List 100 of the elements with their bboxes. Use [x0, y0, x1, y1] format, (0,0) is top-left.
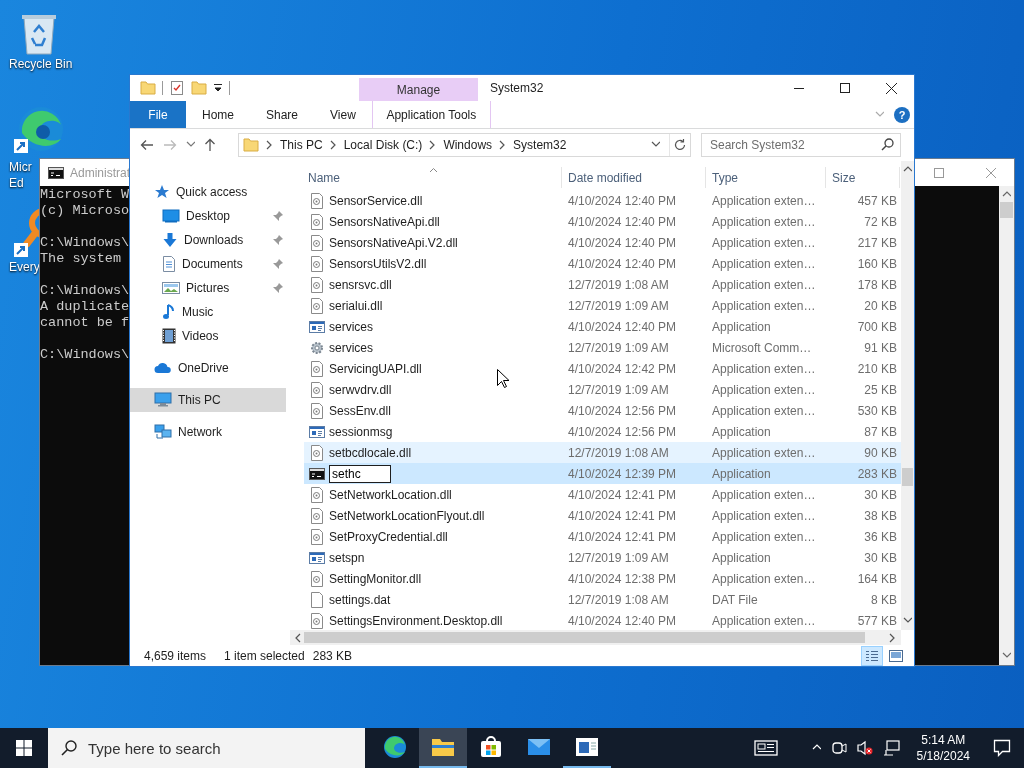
ribbon-tab[interactable]: Application Tools	[371, 101, 491, 128]
file-row[interactable]: SettingsEnvironment.Desktop.dll 4/10/2024 12:40 PM Application exten… 577 KB	[304, 610, 901, 630]
scrollbar[interactable]	[999, 186, 1014, 665]
console-line: C:\Windows\	[40, 283, 130, 299]
breadcrumb[interactable]: System32	[513, 138, 567, 152]
network-monitor-icon[interactable]	[882, 740, 901, 756]
file-row[interactable]: SettingMonitor.dll 4/10/2024 12:38 PM Application exten… 164 KB	[304, 568, 901, 589]
network-icon	[154, 424, 172, 440]
file-row[interactable]: settings.dat 12/7/2019 1:08 AM DAT File 8 KB	[304, 589, 901, 610]
file-row[interactable]: serialui.dll 12/7/2019 1:09 AM Application exten… 20 KB	[304, 295, 901, 316]
breadcrumb[interactable]: Local Disk (C:)	[343, 138, 423, 152]
file-row[interactable]: SetNetworkLocation.dll 4/10/2024 12:41 PM Application exten… 30 KB	[304, 484, 901, 505]
file-type: Application exten…	[711, 298, 817, 313]
file-size: 91 KB	[863, 340, 898, 355]
scrollbar-thumb[interactable]	[1000, 202, 1013, 218]
navigation-item[interactable]: Documents	[130, 252, 286, 276]
file-row[interactable]: SensorsUtilsV2.dll 4/10/2024 12:40 PM Application exten… 160 KB	[304, 253, 901, 274]
camera-icon[interactable]	[830, 740, 847, 756]
navigation-label: Videos	[182, 329, 219, 343]
console-icon	[309, 465, 325, 482]
file-row[interactable]: sensrsvc.dll 12/7/2019 1:08 AM Application exten… 178 KB	[304, 274, 901, 295]
rename-field[interactable]: sethc	[329, 464, 391, 483]
column-header[interactable]: Type	[706, 167, 826, 188]
ribbon-tab[interactable]: View	[314, 101, 372, 128]
modified-date: 12/7/2019 1:09 AM	[567, 550, 670, 565]
column-header[interactable]: Size	[826, 167, 900, 188]
vertical-scrollbar[interactable]	[901, 161, 914, 630]
navigation-item[interactable]: Videos	[130, 324, 286, 348]
file-row[interactable]: services 4/10/2024 12:40 PM Application 700 KB	[304, 316, 901, 337]
application-window-icon	[309, 318, 325, 335]
icon-label: Recycle Bin	[9, 56, 73, 72]
file-row[interactable]: SessEnv.dll 4/10/2024 12:56 PM Application exten… 530 KB	[304, 400, 901, 421]
dll-file-icon	[309, 297, 325, 314]
navigation-item[interactable]: Desktop	[130, 204, 286, 228]
navigation-label: Network	[178, 425, 222, 439]
customize-dropdown-icon[interactable]	[213, 83, 223, 93]
modified-date: 4/10/2024 12:38 PM	[567, 571, 678, 586]
file-name: SensorsNativeApi.V2.dll	[329, 235, 458, 250]
icon-label: Ed	[9, 175, 24, 191]
file-row[interactable]: ServicingUAPI.dll 4/10/2024 12:42 PM Application exten… 210 KB	[304, 358, 901, 379]
file-size: 530 KB	[856, 403, 898, 418]
file-name: sessionmsg	[329, 424, 393, 439]
file-row[interactable]: SensorsNativeApi.dll 4/10/2024 12:40 PM Application exten… 72 KB	[304, 211, 901, 232]
edge-icon	[383, 735, 407, 759]
ribbon-tab[interactable]: Home	[186, 101, 250, 128]
file-row[interactable]: SensorService.dll 4/10/2024 12:40 PM Application exten… 457 KB	[304, 190, 901, 211]
up-arrow-icon[interactable]	[204, 138, 216, 152]
horizontal-scrollbar[interactable]	[290, 630, 901, 645]
taskbar-app-button[interactable]	[419, 728, 467, 768]
scrollbar-thumb[interactable]	[304, 632, 865, 643]
navigation-item[interactable]: This PC	[130, 388, 286, 412]
navigation-item[interactable]: Quick access	[130, 180, 286, 204]
dll-file-icon	[309, 402, 325, 419]
file-row[interactable]: SensorsNativeApi.V2.dll 4/10/2024 12:40 PM Application exten… 217 KB	[304, 232, 901, 253]
column-header[interactable]: Date modified	[562, 167, 706, 188]
address-bar[interactable]: This PC Local Disk (C:) Windows System32	[238, 133, 691, 157]
navigation-item[interactable]: Music	[130, 300, 286, 324]
clock[interactable]: 5:14 AM 5/18/2024	[910, 732, 976, 764]
file-size: 20 KB	[863, 298, 898, 313]
file-row[interactable]: SetNetworkLocationFlyout.dll 4/10/2024 12:41 PM Application exten… 38 KB	[304, 505, 901, 526]
search-field[interactable]: Search System32	[701, 133, 901, 157]
breadcrumb-chevron-icon	[265, 140, 274, 150]
properties-icon[interactable]	[169, 80, 185, 96]
ribbon-tab[interactable]: Share	[250, 101, 315, 128]
news-icon[interactable]	[753, 739, 778, 757]
dll-file-icon	[309, 360, 325, 377]
film-icon	[162, 328, 176, 344]
mouse-pointer-icon	[497, 369, 509, 388]
taskbar-search-field[interactable]: Type here to search	[48, 728, 365, 768]
console-line: Microsoft W	[40, 187, 130, 203]
navigation-item[interactable]: OneDrive	[130, 356, 286, 380]
refresh-icon[interactable]	[673, 138, 687, 152]
navigation-item[interactable]: Network	[130, 420, 286, 444]
breadcrumb[interactable]: Windows	[443, 138, 493, 152]
modified-date: 4/10/2024 12:40 PM	[567, 319, 678, 334]
volume-muted-icon[interactable]	[856, 740, 873, 756]
view-button[interactable]	[861, 645, 883, 666]
scrollbar-thumb[interactable]	[902, 468, 913, 486]
navigation-item[interactable]: Pictures	[130, 276, 286, 300]
ribbon-tab[interactable]: File	[130, 101, 186, 128]
column-header[interactable]: Name	[304, 167, 562, 188]
file-row[interactable]: sessionmsg 4/10/2024 12:56 PM Application 87 KB	[304, 421, 901, 442]
navigation-item[interactable]: Downloads	[130, 228, 286, 252]
file-size: 30 KB	[863, 550, 898, 565]
breadcrumb[interactable]: This PC	[280, 138, 323, 152]
shopping-bag-icon	[480, 736, 502, 758]
back-arrow-icon[interactable]	[140, 139, 154, 151]
file-row[interactable]: serwvdrv.dll 12/7/2019 1:09 AM Application exten… 25 KB	[304, 379, 901, 400]
windows-logo-icon	[16, 740, 32, 756]
file-row[interactable]: setbcdlocale.dll 12/7/2019 1:08 AM Application exten… 90 KB	[304, 442, 901, 463]
file-row[interactable]: services 12/7/2019 1:09 AM Microsoft Comm… 91 KB	[304, 337, 901, 358]
maximize-icon	[934, 167, 944, 178]
help-button[interactable]: ?	[894, 106, 910, 123]
file-row[interactable]: SetProxyCredential.dll 4/10/2024 12:41 PM Application exten… 36 KB	[304, 526, 901, 547]
file-row[interactable]: sethc 4/10/2024 12:39 PM Application 283 KB	[304, 463, 901, 484]
download-arrow-icon	[162, 232, 178, 248]
cloud-icon	[154, 362, 172, 374]
file-type: Application exten…	[711, 361, 817, 376]
file-row[interactable]: setspn 12/7/2019 1:09 AM Application 30 KB	[304, 547, 901, 568]
modified-date: 4/10/2024 12:41 PM	[567, 529, 678, 544]
